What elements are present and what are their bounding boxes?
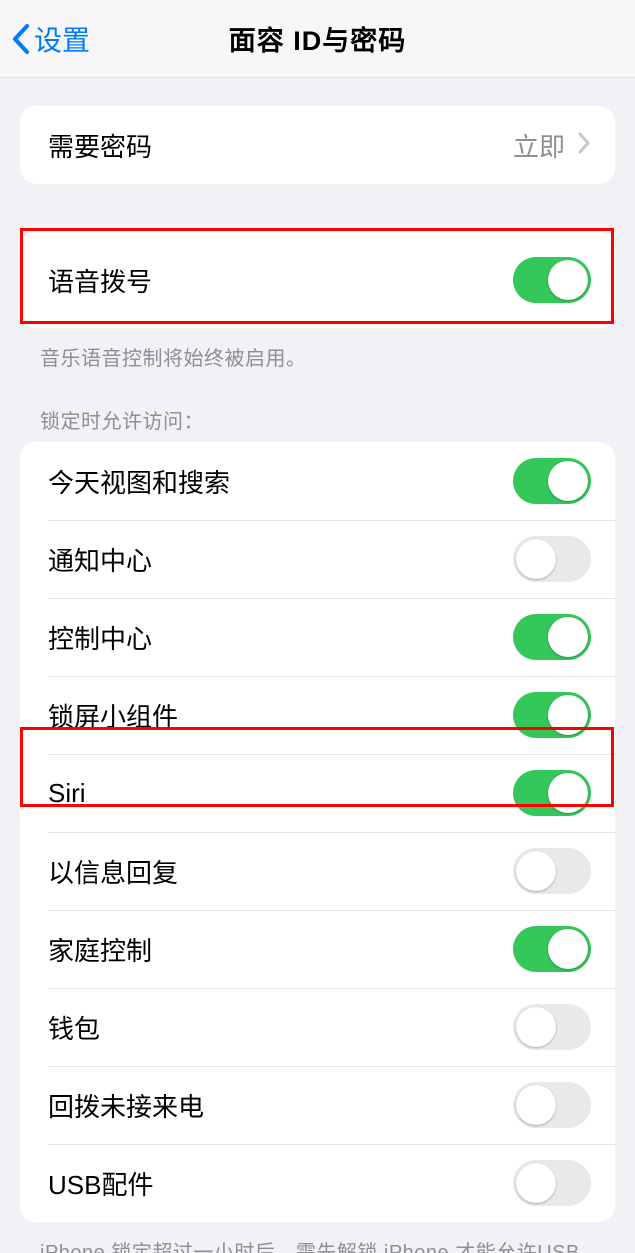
require-passcode-value: 立即 [513,127,565,164]
require-passcode-label: 需要密码 [48,127,152,164]
row-home-control: 家庭控制 [20,910,615,988]
row-usb-accessories: USB配件 [20,1144,615,1222]
lockscreen-widgets-label: 锁屏小组件 [48,697,178,734]
voice-dial-toggle[interactable] [513,257,591,303]
row-voice-dial: 语音拨号 [20,232,615,328]
row-require-passcode[interactable]: 需要密码 立即 [20,106,615,184]
wallet-label: 钱包 [48,1009,100,1046]
reply-with-message-label: 以信息回复 [48,853,178,890]
chevron-right-icon [577,131,591,160]
row-lockscreen-widgets: 锁屏小组件 [20,676,615,754]
control-center-label: 控制中心 [48,619,152,656]
row-notification-center: 通知中心 [20,520,615,598]
row-control-center: 控制中心 [20,598,615,676]
row-return-missed-calls: 回拨未接来电 [20,1066,615,1144]
row-siri: Siri [20,754,615,832]
lockscreen-widgets-toggle[interactable] [513,692,591,738]
group-voice-dial: 语音拨号 [20,232,615,328]
today-view-toggle[interactable] [513,458,591,504]
require-passcode-value-wrap: 立即 [513,127,591,164]
back-button[interactable]: 设置 [10,19,90,59]
row-reply-with-message: 以信息回复 [20,832,615,910]
row-wallet: 钱包 [20,988,615,1066]
nav-header: 设置 面容 ID与密码 [0,0,635,78]
siri-label: Siri [48,778,86,809]
return-missed-calls-label: 回拨未接来电 [48,1087,204,1124]
group-allow-when-locked: 今天视图和搜索 通知中心 控制中心 锁屏小组件 Siri 以信息回复 家庭控制 [20,442,615,1222]
control-center-toggle[interactable] [513,614,591,660]
home-control-toggle[interactable] [513,926,591,972]
page-title: 面容 ID与密码 [229,19,407,58]
voice-dial-footer: 音乐语音控制将始终被启用。 [40,342,595,371]
row-today-view: 今天视图和搜索 [20,442,615,520]
settings-content: 需要密码 立即 语音拨号 音乐语音控制将始终被启用。 锁定时允许访问： 今天视图… [0,106,635,1253]
back-label: 设置 [34,19,90,59]
group-require-passcode: 需要密码 立即 [20,106,615,184]
usb-accessories-toggle[interactable] [513,1160,591,1206]
return-missed-calls-toggle[interactable] [513,1082,591,1128]
reply-with-message-toggle[interactable] [513,848,591,894]
usb-accessories-label: USB配件 [48,1165,153,1202]
siri-toggle[interactable] [513,770,591,816]
today-view-label: 今天视图和搜索 [48,463,230,500]
lock-section-header: 锁定时允许访问： [40,405,595,434]
notification-center-label: 通知中心 [48,541,152,578]
home-control-label: 家庭控制 [48,931,152,968]
wallet-toggle[interactable] [513,1004,591,1050]
voice-dial-label: 语音拨号 [48,262,152,299]
chevron-left-icon [10,22,32,56]
notification-center-toggle[interactable] [513,536,591,582]
lock-section-footer: iPhone 锁定超过一小时后，需先解锁 iPhone 才能允许USB 配件连接… [40,1236,595,1253]
